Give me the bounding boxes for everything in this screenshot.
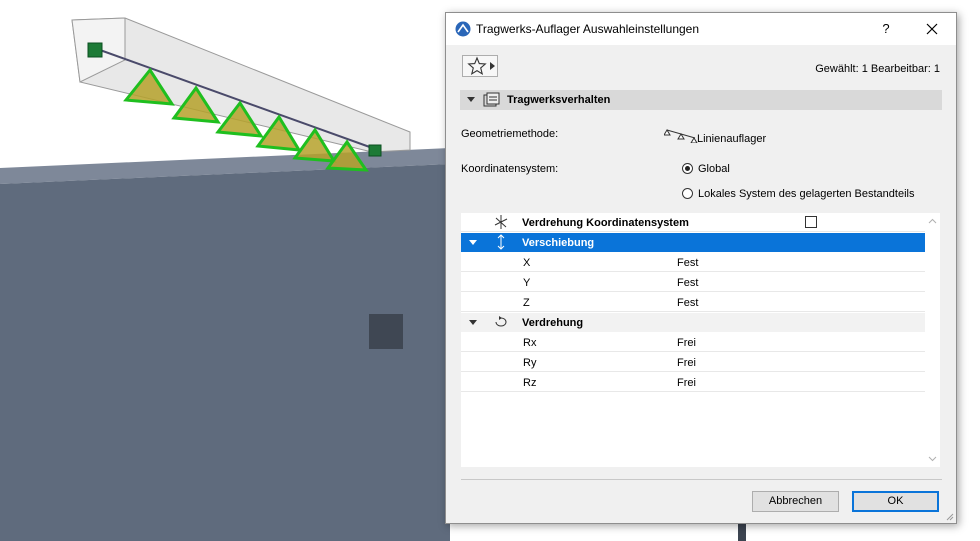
param-name: Rx bbox=[523, 337, 537, 349]
dialog-title: Tragwerks-Auflager Auswahleinstellungen bbox=[476, 22, 700, 36]
param-name: Rz bbox=[523, 377, 537, 389]
wall-opening bbox=[369, 314, 403, 349]
param-name: Z bbox=[523, 297, 530, 309]
section-structural-behavior[interactable]: Tragwerksverhalten bbox=[460, 90, 942, 110]
endpoint-marker-start bbox=[87, 42, 103, 58]
radio-global-label[interactable]: Global bbox=[698, 163, 730, 175]
table-row[interactable]: Rx Frei bbox=[461, 333, 925, 352]
param-value[interactable]: Frei bbox=[677, 337, 696, 349]
radio-global[interactable] bbox=[682, 163, 693, 174]
chevron-right-icon bbox=[490, 62, 495, 70]
param-value[interactable]: Fest bbox=[677, 257, 698, 269]
scroll-down-icon[interactable] bbox=[928, 454, 937, 463]
param-value[interactable]: Frei bbox=[677, 357, 696, 369]
table-row[interactable]: Ry Frei bbox=[461, 353, 925, 372]
param-name: X bbox=[523, 257, 531, 269]
section-title: Tragwerksverhalten bbox=[507, 94, 611, 106]
star-icon bbox=[467, 56, 487, 75]
param-value[interactable]: Fest bbox=[677, 277, 698, 289]
radio-local-system-label[interactable]: Lokales System des gelagerten Bestandtei… bbox=[698, 188, 914, 200]
title-bar[interactable]: Tragwerks-Auflager Auswahleinstellungen … bbox=[446, 13, 956, 45]
ok-button[interactable]: OK bbox=[852, 491, 939, 512]
table-row-translation-group[interactable]: Verschiebung bbox=[461, 233, 925, 252]
rotation-coord-label: Verdrehung Koordinatensystem bbox=[522, 217, 689, 229]
structural-behavior-icon bbox=[483, 92, 500, 107]
table-row[interactable]: Z Fest bbox=[461, 293, 925, 312]
rotation-icon bbox=[495, 316, 507, 327]
favorites-button[interactable] bbox=[462, 55, 498, 77]
expand-triangle-icon[interactable] bbox=[469, 240, 477, 245]
param-value[interactable]: Frei bbox=[677, 377, 696, 389]
scroll-up-icon[interactable] bbox=[928, 217, 937, 226]
table-row-rotation-coord[interactable]: Verdrehung Koordinatensystem bbox=[461, 213, 925, 232]
table-row[interactable]: Rz Frei bbox=[461, 373, 925, 392]
rotation-group-label: Verdrehung bbox=[522, 317, 584, 329]
endpoint-marker-end bbox=[368, 144, 382, 157]
table-scrollbar[interactable] bbox=[925, 213, 940, 467]
archicad-app-icon bbox=[455, 21, 471, 37]
footer-divider bbox=[461, 479, 942, 480]
expand-triangle-icon[interactable] bbox=[469, 320, 477, 325]
radio-local-system[interactable] bbox=[682, 188, 693, 199]
selection-count: Gewählt: 1 Bearbeitbar: 1 bbox=[815, 63, 940, 75]
translation-group-label: Verschiebung bbox=[522, 237, 595, 249]
param-name: Ry bbox=[523, 357, 537, 369]
properties-table[interactable]: Verdrehung Koordinatensystem Verschiebun… bbox=[461, 213, 940, 467]
help-button[interactable]: ? bbox=[874, 17, 898, 41]
axes-icon bbox=[494, 215, 508, 229]
close-icon[interactable] bbox=[920, 17, 944, 41]
wall-front-face bbox=[0, 164, 450, 541]
param-name: Y bbox=[523, 277, 531, 289]
cancel-button[interactable]: Abbrechen bbox=[752, 491, 839, 512]
collapse-triangle-icon bbox=[467, 97, 475, 102]
param-value[interactable]: Fest bbox=[677, 297, 698, 309]
rotation-coord-checkbox[interactable] bbox=[805, 216, 817, 228]
table-row-rotation-group[interactable]: Verdrehung bbox=[461, 313, 925, 332]
coord-system-label: Koordinatensystem: bbox=[461, 163, 559, 175]
table-row[interactable]: X Fest bbox=[461, 253, 925, 272]
table-row[interactable]: Y Fest bbox=[461, 273, 925, 292]
selection-settings-dialog: Tragwerks-Auflager Auswahleinstellungen … bbox=[445, 12, 957, 524]
geometry-method-value[interactable]: Linienauflager bbox=[697, 133, 766, 145]
geometry-method-label: Geometriemethode: bbox=[461, 128, 559, 140]
line-support-icon[interactable] bbox=[664, 127, 698, 143]
resize-grip-icon[interactable] bbox=[944, 511, 954, 521]
vertical-arrow-icon bbox=[497, 234, 505, 250]
